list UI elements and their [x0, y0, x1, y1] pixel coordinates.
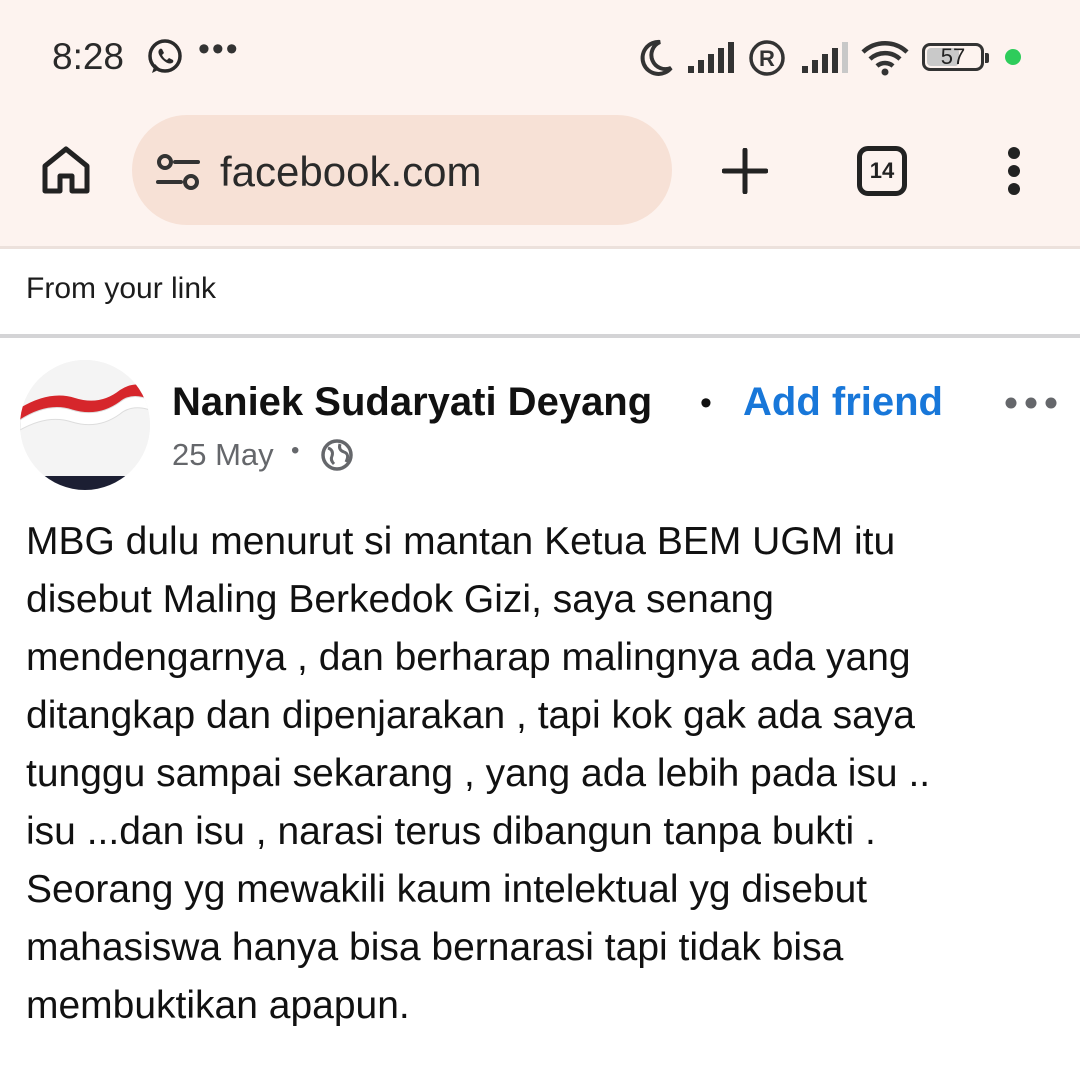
- flag-ribbon-icon: [20, 360, 150, 490]
- header-separator: •: [700, 384, 712, 422]
- globe-icon: [321, 439, 353, 471]
- more-notifications-icon: •••: [198, 30, 240, 68]
- battery-icon: 57: [922, 43, 989, 71]
- divider: [0, 246, 1080, 249]
- tab-switcher-button[interactable]: 14: [857, 146, 907, 196]
- status-time: 8:28: [52, 36, 125, 77]
- moon-icon: [640, 39, 673, 76]
- home-icon[interactable]: [40, 144, 92, 196]
- from-link-banner: From your link: [26, 272, 217, 305]
- roaming-icon: R: [749, 40, 785, 76]
- site-settings-icon[interactable]: [156, 152, 200, 192]
- signal-icon: [688, 42, 734, 73]
- date-separator: •: [291, 437, 300, 464]
- avatar[interactable]: [20, 360, 150, 490]
- new-tab-icon[interactable]: [722, 148, 768, 194]
- post-author[interactable]: Naniek Sudaryati Deyang: [172, 380, 652, 425]
- svg-text:R: R: [759, 46, 775, 71]
- wifi-icon: [861, 41, 909, 76]
- more-options-icon[interactable]: [1004, 396, 1058, 410]
- divider: [0, 334, 1080, 338]
- browser-menu-icon[interactable]: [1003, 146, 1025, 196]
- add-friend-button[interactable]: Add friend: [743, 380, 943, 425]
- privacy-indicator: [1005, 49, 1021, 65]
- battery-percent: 57: [940, 44, 966, 69]
- signal-icon: [802, 42, 848, 73]
- post-date[interactable]: 25 May: [172, 437, 274, 473]
- whatsapp-icon: [148, 39, 182, 73]
- url-text[interactable]: facebook.com: [220, 148, 481, 196]
- post-text: MBG dulu menurut si mantan Ketua BEM UGM…: [26, 520, 931, 1027]
